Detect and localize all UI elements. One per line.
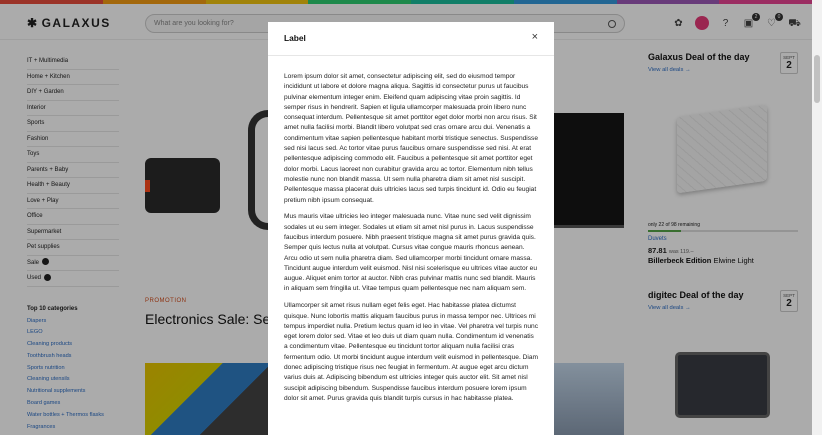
app-root: ✱ GALAXUS What are you looking for? ✿ ? … (0, 0, 822, 435)
modal-paragraph: Ullamcorper sit amet risus nullam eget f… (284, 302, 538, 402)
close-icon[interactable]: × (532, 32, 538, 43)
modal-paragraph: Mus mauris vitae ultricies leo integer m… (284, 213, 538, 293)
page-scrollbar[interactable] (812, 0, 822, 435)
modal-header: Label × (268, 22, 554, 56)
modal-body: Lorem ipsum dolor sit amet, consectetur … (268, 56, 554, 404)
modal-dialog: Label × Lorem ipsum dolor sit amet, cons… (268, 22, 554, 435)
modal-paragraph: Lorem ipsum dolor sit amet, consectetur … (284, 73, 539, 204)
modal-title: Label (284, 33, 306, 43)
scrollbar-thumb[interactable] (814, 55, 820, 103)
